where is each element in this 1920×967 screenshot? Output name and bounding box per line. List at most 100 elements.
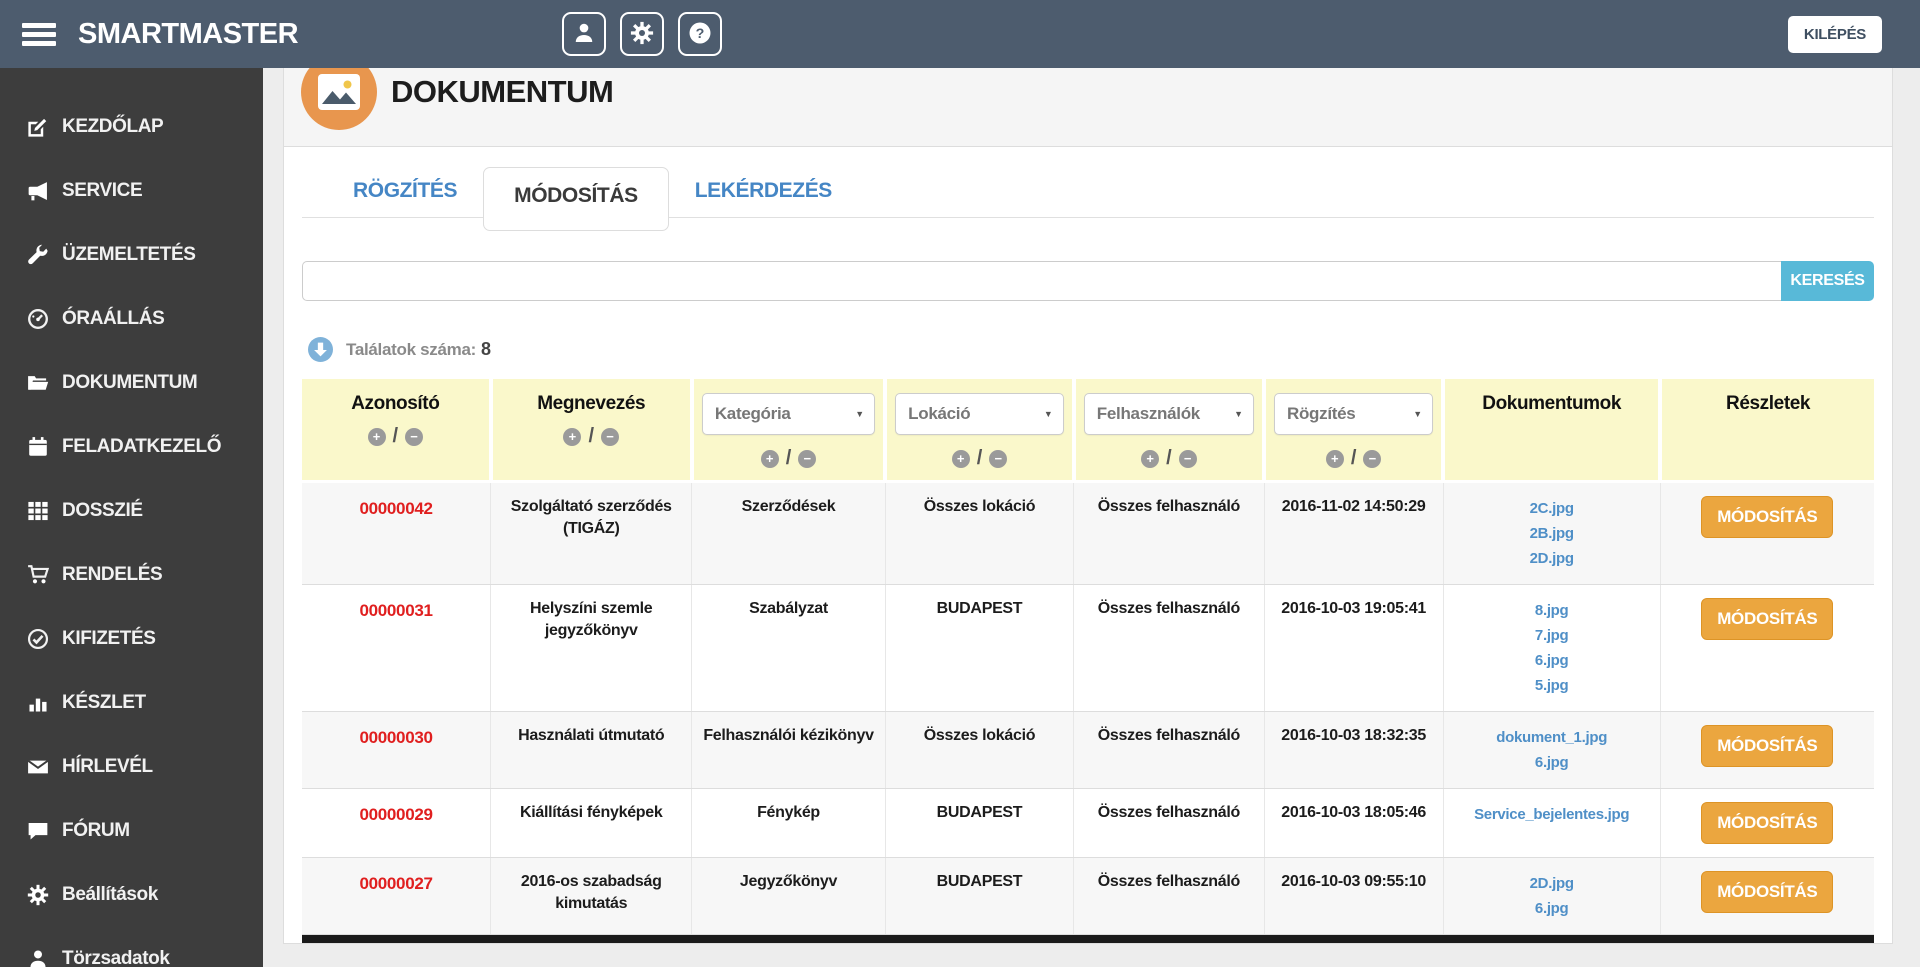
topbar-help-icon-button[interactable]: ?: [678, 12, 723, 56]
folder-icon: [27, 372, 49, 394]
topbar-user-icon-button[interactable]: [562, 12, 607, 56]
sort-descending-button[interactable]: −: [601, 427, 619, 446]
column-header-lokáció: Lokáció ▼ + / −: [885, 379, 1076, 483]
sidebar-item-h-rlev-l[interactable]: HÍRLEVÉL: [0, 735, 263, 799]
document-file-link[interactable]: 6.jpg: [1452, 750, 1652, 775]
tab-rögzítés[interactable]: RÖGZÍTÉS: [327, 165, 483, 217]
search-button[interactable]: KERESÉS: [1781, 261, 1874, 301]
sort-descending-button[interactable]: −: [1363, 449, 1382, 468]
selected-option-label: Felhasználók: [1096, 404, 1200, 423]
category-cell: Jegyzőkönyv: [691, 857, 886, 935]
sort-separator: /: [1166, 447, 1172, 469]
sidebar-item--zemeltet-s[interactable]: ÜZEMELTETÉS: [0, 223, 263, 287]
category-cell: Felhasználói kézikönyv: [691, 711, 886, 789]
document-file-link[interactable]: 2D.jpg: [1452, 871, 1652, 896]
sort-controls: + / −: [1274, 447, 1433, 470]
menu-icon[interactable]: [22, 19, 56, 50]
column-label: Részletek: [1726, 393, 1811, 414]
document-file-link[interactable]: 2C.jpg: [1452, 496, 1652, 521]
details-cell: MÓDOSÍTÁS: [1660, 481, 1874, 585]
sidebar-item-be-ll-t-sok[interactable]: Beállítások: [0, 863, 263, 927]
table-row: 00000027 2016-os szabadság kimutatás Jegyz…: [302, 857, 1874, 935]
comment-icon: [27, 820, 49, 842]
details-cell: MÓDOSÍTÁS: [1660, 711, 1874, 789]
sidebar-item-kifizet-s[interactable]: KIFIZETÉS: [0, 607, 263, 671]
tab-módosítás[interactable]: MÓDOSÍTÁS: [483, 167, 669, 231]
topbar-icon-group: ?: [562, 12, 723, 56]
tab-bar: RÖGZÍTÉS MÓDOSÍTÁS LEKÉRDEZÉS: [302, 154, 1874, 231]
sort-controls: + / −: [501, 425, 682, 448]
created-timestamp-cell: 2016-11-02 14:50:29: [1264, 481, 1444, 585]
sidebar-item-rendel-s[interactable]: RENDELÉS: [0, 543, 263, 607]
document-panel: DOKUMENTUM RÖGZÍTÉS MÓDOSÍTÁS LEKÉRDEZÉS K…: [283, 37, 1893, 944]
document-file-link[interactable]: 6.jpg: [1452, 648, 1652, 673]
sidebar-item-k-szlet[interactable]: KÉSZLET: [0, 671, 263, 735]
sidebar-item-service[interactable]: SERVICE: [0, 159, 263, 223]
selected-option-label: Rögzítés: [1287, 404, 1356, 423]
modify-button[interactable]: MÓDOSÍTÁS: [1701, 598, 1834, 640]
document-file-link[interactable]: 2D.jpg: [1452, 546, 1652, 571]
document-file-link[interactable]: 5.jpg: [1452, 673, 1652, 698]
sort-separator: /: [392, 425, 399, 447]
sidebar-item-label: SERVICE: [62, 180, 143, 201]
sidebar-item-label: ÓRAÁLLÁS: [62, 308, 165, 329]
svg-text:?: ?: [696, 26, 705, 42]
document-file-link[interactable]: 6.jpg: [1452, 896, 1652, 921]
sidebar-item-dosszi-[interactable]: DOSSZIÉ: [0, 479, 263, 543]
selected-option-label: Lokáció: [908, 404, 971, 423]
table-footer-strip: [302, 935, 1874, 943]
sort-descending-button[interactable]: −: [798, 449, 817, 468]
sort-ascending-button[interactable]: +: [367, 427, 386, 446]
results-line: Találatok száma: 8: [308, 337, 1874, 362]
sort-ascending-button[interactable]: +: [1325, 449, 1344, 468]
created-timestamp-cell: 2016-10-03 09:55:10: [1264, 857, 1444, 935]
document-file-link[interactable]: Service_bejelentes.jpg: [1452, 802, 1652, 827]
logout-button[interactable]: KILÉPÉS: [1787, 15, 1882, 53]
column-label: Megnevezés: [537, 393, 646, 414]
gear-icon: [27, 884, 49, 906]
sort-ascending-button[interactable]: +: [1141, 449, 1160, 468]
sort-descending-button[interactable]: −: [989, 449, 1008, 468]
felhasználók-filter-select[interactable]: Felhasználók ▼: [1083, 393, 1254, 435]
modify-button[interactable]: MÓDOSÍTÁS: [1701, 725, 1834, 767]
document-file-link[interactable]: 8.jpg: [1452, 598, 1652, 623]
sidebar-item--ra-ll-s[interactable]: ÓRAÁLLÁS: [0, 287, 263, 351]
document-id-cell: 00000027: [302, 857, 492, 935]
sidebar-item-dokumentum[interactable]: DOKUMENTUM: [0, 351, 263, 415]
sort-descending-button[interactable]: −: [1178, 449, 1197, 468]
lokáció-filter-select[interactable]: Lokáció ▼: [895, 393, 1064, 435]
sort-ascending-button[interactable]: +: [951, 449, 970, 468]
document-file-link[interactable]: 2B.jpg: [1452, 521, 1652, 546]
topbar-gear-icon-button[interactable]: [620, 12, 665, 56]
document-file-link[interactable]: 7.jpg: [1452, 623, 1652, 648]
column-header-dokumentumok: Dokumentumok: [1443, 379, 1663, 483]
sidebar-item-f-rum[interactable]: FÓRUM: [0, 799, 263, 863]
search-input[interactable]: [302, 261, 1781, 301]
modify-button[interactable]: MÓDOSÍTÁS: [1701, 871, 1834, 913]
sidebar-item-feladatkezel-[interactable]: FELADATKEZELŐ: [0, 415, 263, 479]
users-cell: Összes felhasználó: [1073, 584, 1265, 712]
document-file-link[interactable]: dokument_1.jpg: [1452, 725, 1652, 750]
sort-separator: /: [588, 425, 594, 447]
sort-ascending-button[interactable]: +: [563, 427, 582, 446]
wrench-icon: [27, 244, 49, 266]
tab-lekérdezés[interactable]: LEKÉRDEZÉS: [669, 165, 858, 217]
modify-button[interactable]: MÓDOSÍTÁS: [1701, 802, 1834, 844]
check-circle-icon: [27, 628, 49, 650]
kategória-filter-select[interactable]: Kategória ▼: [701, 393, 876, 435]
table-row: 00000042 Szolgáltató szerződés (TIGÁZ) Sze…: [302, 481, 1874, 585]
sort-descending-button[interactable]: −: [405, 427, 424, 446]
sidebar-item-kezd-lap[interactable]: KEZDŐLAP: [0, 95, 263, 159]
down-arrow-circle-icon[interactable]: [308, 337, 333, 362]
document-name-cell: Szolgáltató szerződés (TIGÁZ): [490, 481, 693, 585]
sidebar-item-t-rzsadatok[interactable]: Törzsadatok: [0, 927, 263, 967]
documents-cell: dokument_1.jpg 6.jpg: [1443, 711, 1661, 789]
modify-button[interactable]: MÓDOSÍTÁS: [1701, 496, 1834, 538]
documents-cell: 2C.jpg 2B.jpg 2D.jpg: [1443, 481, 1661, 585]
sort-ascending-button[interactable]: +: [760, 449, 779, 468]
document-name-cell: Használati útmutató: [490, 711, 693, 789]
sort-separator: /: [785, 447, 792, 469]
main-content: DOKUMENTUM RÖGZÍTÉS MÓDOSÍTÁS LEKÉRDEZÉS K…: [263, 0, 1920, 944]
sidebar-item-label: Törzsadatok: [62, 948, 170, 967]
rögzítés-filter-select[interactable]: Rögzítés ▼: [1274, 393, 1434, 435]
